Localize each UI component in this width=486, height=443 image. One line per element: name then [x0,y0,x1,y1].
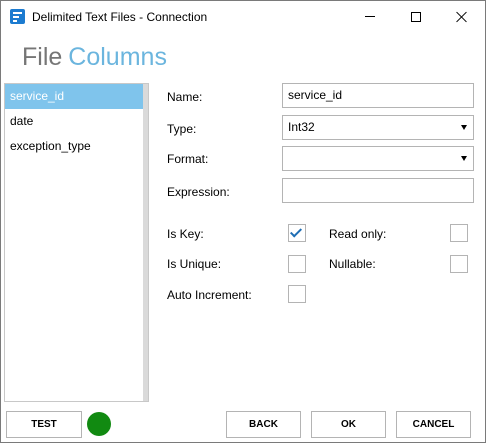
checkmark-icon [289,225,303,238]
minimize-icon [365,16,375,17]
type-select-value: Int32 [288,120,315,134]
ok-button[interactable]: OK [311,411,386,438]
auto-increment-checkbox[interactable] [288,285,306,303]
name-field[interactable]: service_id [282,83,474,108]
nullable-label: Nullable: [329,257,376,271]
expression-label: Expression: [167,185,230,199]
heading-step-columns: Columns [68,43,167,71]
list-item-exception-type[interactable]: exception_type [5,134,144,159]
chevron-down-icon [461,156,467,161]
type-select[interactable]: Int32 [282,115,474,140]
maximize-icon [411,11,421,22]
format-label: Format: [167,152,209,166]
type-label: Type: [167,122,197,136]
back-button[interactable]: BACK [226,411,301,438]
minimize-button[interactable] [347,1,393,32]
footer-bar: TEST BACK OK CANCEL [1,404,485,442]
list-scrollbar[interactable] [143,84,148,401]
list-item-service-id[interactable]: service_id [5,84,144,109]
format-select[interactable] [282,146,474,171]
expression-field[interactable] [282,178,474,203]
column-list[interactable]: service_id date exception_type [4,83,149,402]
list-item-date[interactable]: date [5,109,144,134]
app-icon [10,9,25,24]
nullable-checkbox[interactable] [450,255,468,273]
page-heading: File Columns [22,43,167,72]
connection-window: Delimited Text Files - Connection File Co… [0,0,486,443]
test-button[interactable]: TEST [6,411,82,438]
title-bar[interactable]: Delimited Text Files - Connection [1,1,485,32]
close-icon [456,11,468,23]
cancel-button[interactable]: CANCEL [396,411,471,438]
read-only-checkbox[interactable] [450,224,468,242]
connection-status-indicator [87,412,111,436]
heading-step-file: File [22,43,63,71]
is-key-checkbox[interactable] [288,224,306,242]
is-key-label: Is Key: [167,227,204,241]
read-only-label: Read only: [329,227,387,241]
name-label: Name: [167,90,203,104]
maximize-button[interactable] [393,1,439,32]
is-unique-checkbox[interactable] [288,255,306,273]
close-button[interactable] [439,1,485,32]
auto-increment-label: Auto Increment: [167,288,252,302]
is-unique-label: Is Unique: [167,257,222,271]
chevron-down-icon [461,125,467,130]
window-title: Delimited Text Files - Connection [32,10,208,24]
